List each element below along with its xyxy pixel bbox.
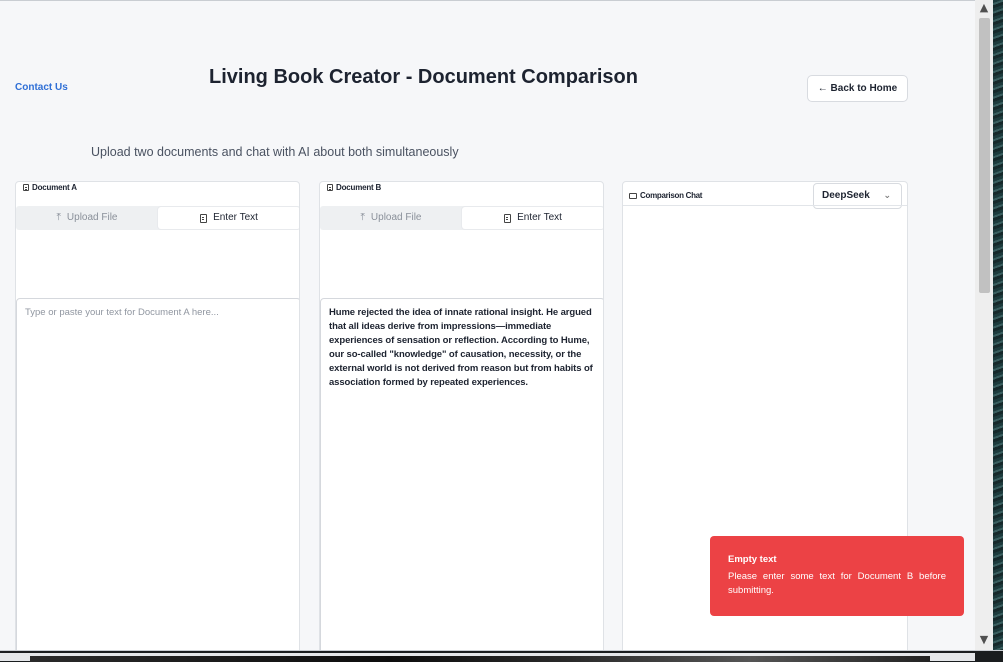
scroll-up-arrow-icon[interactable]: ▲ bbox=[975, 0, 993, 16]
tab-enter-text-b[interactable]: Enter Text bbox=[462, 207, 603, 229]
document-a-text-input[interactable]: Type or paste your text for Document A h… bbox=[16, 298, 299, 650]
tab-label: Enter Text bbox=[517, 212, 562, 223]
taskbar-strip bbox=[0, 650, 1003, 662]
desktop-background bbox=[993, 0, 1003, 662]
taskbar-background bbox=[30, 656, 930, 662]
file-text-icon bbox=[327, 184, 333, 191]
document-b-text-input[interactable]: Hume rejected the idea of innate rationa… bbox=[320, 298, 603, 650]
toast-title: Empty text bbox=[728, 554, 777, 565]
model-select-value: DeepSeek bbox=[822, 190, 870, 201]
tab-label: Upload File bbox=[370, 212, 422, 223]
upload-icon: ⤒ bbox=[360, 212, 365, 223]
tab-upload-file-b[interactable]: ⤒ Upload File bbox=[320, 206, 462, 230]
file-text-icon bbox=[200, 213, 208, 223]
comparison-chat-header: Comparison Chat bbox=[629, 191, 702, 200]
toast-message: Please enter some text for Document B be… bbox=[728, 571, 946, 596]
scroll-down-arrow-icon[interactable]: ▼ bbox=[975, 632, 993, 648]
comparison-chat-title: Comparison Chat bbox=[640, 191, 703, 200]
tab-label: Upload File bbox=[66, 212, 118, 223]
document-b-text-value: Hume rejected the idea of innate rationa… bbox=[329, 307, 593, 388]
page-subtitle: Upload two documents and chat with AI ab… bbox=[91, 145, 459, 159]
scrollbar-thumb[interactable] bbox=[979, 18, 990, 293]
document-a-placeholder: Type or paste your text for Document A h… bbox=[25, 307, 219, 318]
upload-icon: ⤒ bbox=[56, 212, 61, 223]
page-title: Living Book Creator - Document Compariso… bbox=[209, 66, 638, 88]
back-to-home-button[interactable]: ← Back to Home bbox=[807, 75, 908, 102]
page-viewport: Contact Us Living Book Creator - Documen… bbox=[0, 0, 975, 650]
document-b-panel: Document B ⤒ Upload File Enter Text Hume… bbox=[319, 181, 604, 650]
document-a-tabs: ⤒ Upload File Enter Text bbox=[16, 206, 299, 230]
document-b-title: Document B bbox=[336, 183, 382, 192]
chat-bubble-icon bbox=[629, 192, 637, 199]
chat-divider bbox=[623, 205, 907, 206]
tab-upload-file-a[interactable]: ⤒ Upload File bbox=[16, 206, 158, 230]
contact-us-link[interactable]: Contact Us bbox=[15, 82, 68, 93]
error-toast[interactable]: Empty text Please enter some text for Do… bbox=[710, 536, 964, 616]
tab-label: Enter Text bbox=[213, 212, 258, 223]
document-b-tabs: ⤒ Upload File Enter Text bbox=[320, 206, 603, 230]
vertical-scrollbar[interactable]: ▲ ▼ bbox=[975, 0, 993, 650]
file-text-icon bbox=[23, 184, 29, 191]
document-a-title: Document A bbox=[32, 183, 77, 192]
document-a-panel: Document A ⤒ Upload File Enter Text Type… bbox=[15, 181, 300, 650]
tab-enter-text-a[interactable]: Enter Text bbox=[158, 207, 299, 229]
document-a-header: Document A bbox=[23, 183, 77, 192]
document-b-header: Document B bbox=[327, 183, 381, 192]
file-text-icon bbox=[504, 213, 512, 223]
